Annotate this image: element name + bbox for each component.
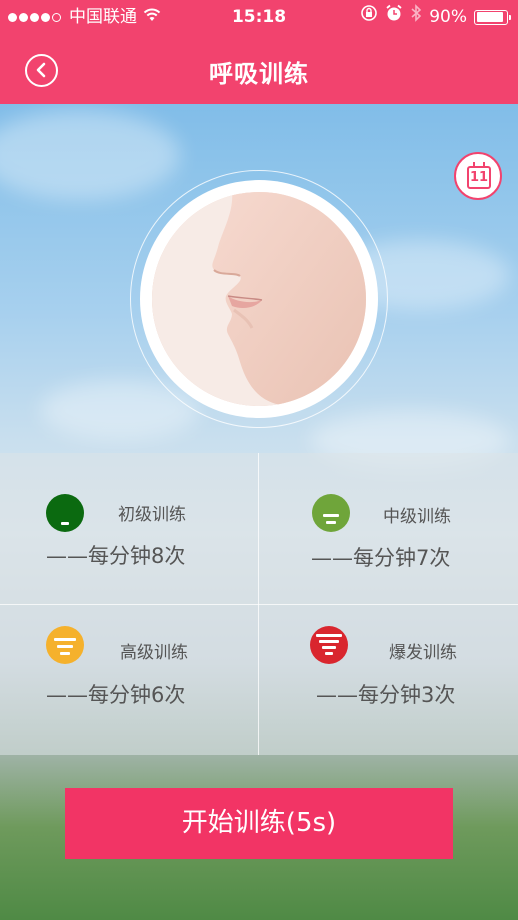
- level-card-advanced[interactable]: 高级训练 ——每分钟6次: [0, 605, 258, 756]
- bluetooth-icon: [410, 0, 422, 34]
- rotation-lock-icon: [360, 0, 378, 34]
- battery-icon: [474, 9, 511, 25]
- face-image: [140, 180, 378, 418]
- background-cloud: [0, 110, 180, 200]
- page-title: 呼吸训练: [209, 60, 309, 88]
- calendar-icon: 11: [467, 162, 491, 189]
- battery-percent: 90%: [429, 7, 467, 27]
- breathing-training-screen: 中国联通 15:18 90% 呼吸训练 11 初级训练 ——每分钟8次 中级训练…: [0, 0, 518, 920]
- level-intermediate-icon: [312, 494, 350, 532]
- level-rate: ——每分钟3次: [316, 683, 456, 707]
- level-name: 爆发训练: [389, 643, 457, 663]
- face-profile-illustration: [152, 192, 366, 406]
- level-beginner-icon: [46, 494, 84, 532]
- level-card-beginner[interactable]: 初级训练 ——每分钟8次: [0, 453, 258, 604]
- alarm-icon: [385, 0, 403, 34]
- level-card-burst[interactable]: 爆发训练 ——每分钟3次: [259, 605, 517, 756]
- level-name: 中级训练: [383, 507, 451, 527]
- level-rate: ——每分钟6次: [46, 683, 186, 707]
- level-burst-icon: [310, 626, 348, 664]
- level-name: 高级训练: [120, 643, 188, 663]
- status-bar: 中国联通 15:18 90%: [0, 0, 518, 40]
- start-training-button[interactable]: 开始训练(5s): [65, 788, 453, 859]
- level-rate: ——每分钟8次: [46, 544, 186, 568]
- level-rate: ——每分钟7次: [311, 546, 451, 570]
- nav-bar: 呼吸训练: [0, 40, 518, 104]
- level-advanced-icon: [46, 626, 84, 664]
- calendar-button[interactable]: 11: [454, 152, 502, 200]
- training-level-grid: 初级训练 ——每分钟8次 中级训练 ——每分钟7次 高级训练 ——每分钟6次 爆…: [0, 453, 518, 755]
- level-card-intermediate[interactable]: 中级训练 ——每分钟7次: [259, 453, 517, 604]
- level-name: 初级训练: [118, 505, 186, 525]
- calendar-day: 11: [469, 170, 489, 185]
